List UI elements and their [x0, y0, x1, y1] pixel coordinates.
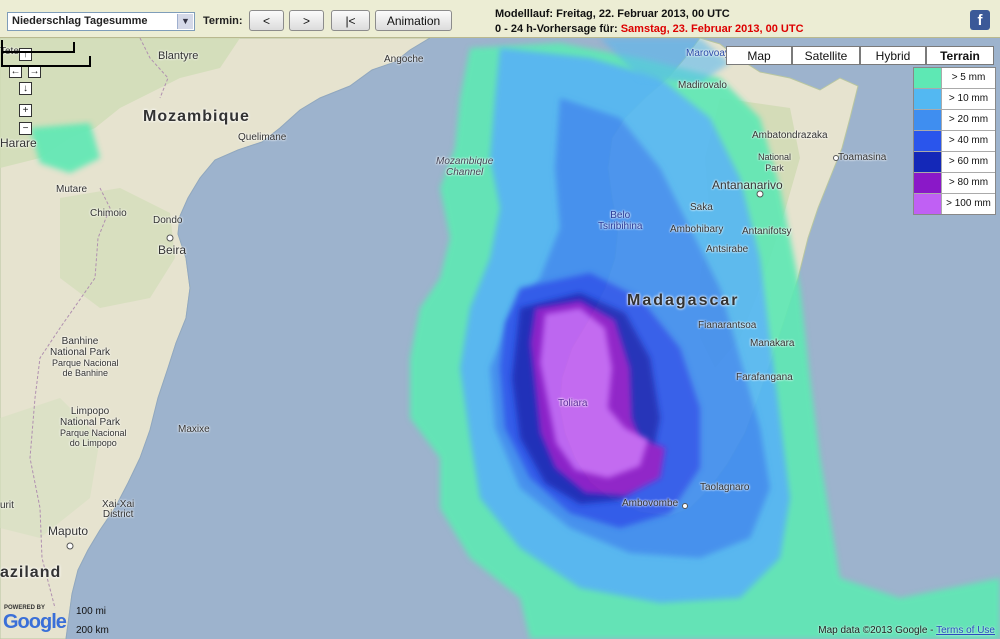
parameter-select-value: Niederschlag Tagesumme	[12, 15, 148, 27]
map-type-hybrid[interactable]: Hybrid	[860, 46, 926, 65]
place-blantyre: Blantyre	[158, 50, 199, 62]
place-ambohibary: Ambohibary	[670, 224, 724, 235]
place-saka: Saka	[690, 202, 713, 213]
legend-swatch	[914, 194, 942, 214]
place-quelimane: Quelimane	[238, 132, 287, 143]
legend-swatch	[914, 110, 942, 130]
facebook-icon[interactable]: f	[970, 10, 990, 30]
legend-row: > 100 mm	[914, 194, 995, 214]
legend-label: > 80 mm	[948, 177, 989, 188]
scale-miles: 100 mi	[76, 606, 107, 617]
chevron-down-icon[interactable]: ▼	[177, 14, 193, 29]
legend-label: > 60 mm	[948, 156, 989, 167]
legend-swatch	[914, 173, 942, 193]
place-maputo: Maputo	[48, 524, 89, 538]
terms-link[interactable]: Terms of Use	[936, 625, 995, 636]
first-button[interactable]: |<	[331, 10, 370, 31]
forecast-date: Samstag, 23. Februar 2013, 00 UTC	[620, 23, 804, 35]
place-madirovalo: Madirovalo	[678, 80, 727, 91]
place-farafangana: Farafangana	[736, 372, 793, 383]
legend-swatch	[914, 152, 942, 172]
place-urit: urit	[0, 500, 14, 511]
map-type-switch: Map Satellite Hybrid Terrain	[726, 46, 994, 65]
place-ambatondrazaka: Ambatondrazaka	[752, 130, 828, 141]
legend-swatch	[914, 89, 942, 109]
place-national-park: National Park	[758, 152, 792, 173]
country-madagascar: Madagascar	[627, 292, 740, 309]
map-type-terrain[interactable]: Terrain	[926, 46, 994, 65]
country-swaziland: aziland	[0, 564, 62, 581]
place-maxixe: Maxixe	[178, 424, 210, 435]
map-type-satellite[interactable]: Satellite	[792, 46, 860, 65]
forecast-prefix: 0 - 24 h-Vorhersage für:	[495, 23, 621, 35]
google-logo[interactable]: Google	[3, 611, 67, 634]
place-banhine-pt: Parque Nacional de Banhine	[52, 358, 119, 378]
scale-km: 200 km	[76, 625, 109, 636]
place-belo: Belo Tsiribihina	[598, 210, 643, 232]
legend-label: > 10 mm	[948, 93, 989, 104]
legend-row: > 5 mm	[914, 68, 995, 89]
place-angoche: Angoche	[384, 54, 424, 65]
place-marovoay: Marovoay	[686, 48, 730, 59]
legend-swatch	[914, 131, 942, 151]
toolbar: Niederschlag Tagesumme ▼ Termin: < > |< …	[0, 0, 1000, 38]
place-toamasina: Toamasina	[838, 152, 887, 163]
prev-button[interactable]: <	[249, 10, 284, 31]
place-limpopo-pt: Parque Nacional do Limpopo	[60, 428, 127, 448]
place-antsirabe: Antsirabe	[706, 244, 749, 255]
map-type-map[interactable]: Map	[726, 46, 792, 65]
country-mozambique: Mozambique	[143, 108, 250, 125]
legend-row: > 60 mm	[914, 152, 995, 173]
pan-down-button[interactable]: ↓	[19, 82, 32, 95]
legend-row: > 10 mm	[914, 89, 995, 110]
scale-bar	[1, 40, 91, 67]
model-run-text: Modelllauf: Freitag, 22. Februar 2013, 0…	[495, 8, 730, 20]
place-beira: Beira	[158, 243, 187, 257]
place-toliara: Toliara	[558, 398, 588, 409]
legend-label: > 40 mm	[948, 135, 989, 146]
next-button[interactable]: >	[289, 10, 324, 31]
forecast-text: 0 - 24 h-Vorhersage für: Samstag, 23. Fe…	[495, 23, 804, 35]
place-mutare: Mutare	[56, 184, 88, 195]
map-terrain	[0, 38, 1000, 639]
legend-row: > 20 mm	[914, 110, 995, 131]
legend-row: > 40 mm	[914, 131, 995, 152]
place-ambovombe: Ambovombe	[622, 498, 679, 509]
map-canvas[interactable]: Tete Blantyre Angoche Harare Quelimane M…	[0, 38, 1000, 639]
legend-label: > 5 mm	[951, 72, 986, 83]
place-harare: Harare	[0, 136, 37, 150]
precip-legend: > 5 mm > 10 mm > 20 mm > 40 mm > 60 mm >…	[913, 67, 996, 215]
legend-swatch	[914, 68, 942, 88]
parameter-select[interactable]: Niederschlag Tagesumme ▼	[7, 12, 195, 31]
legend-label: > 100 mm	[946, 198, 991, 209]
zoom-out-button[interactable]: −	[19, 122, 32, 135]
place-xai-xai: Xai-Xai District	[102, 499, 135, 520]
zoom-in-button[interactable]: +	[19, 104, 32, 117]
place-antananarivo: Antananarivo	[712, 178, 783, 192]
place-antanifotsy: Antanifotsy	[742, 226, 792, 237]
map-attribution: Map data ©2013 Google - Terms of Use	[818, 625, 995, 636]
place-banhine: Banhine National Park	[50, 336, 111, 358]
place-fianarantsoa: Fianarantsoa	[698, 320, 757, 331]
attribution-text: Map data ©2013 Google -	[818, 625, 937, 636]
termin-label: Termin:	[203, 15, 243, 27]
animation-button[interactable]: Animation	[375, 10, 452, 31]
place-chimoio: Chimoio	[90, 208, 127, 219]
legend-row: > 80 mm	[914, 173, 995, 194]
place-manakara: Manakara	[750, 338, 795, 349]
place-limpopo: Limpopo National Park	[60, 406, 121, 428]
place-mozambique-channel: Mozambique Channel	[436, 156, 494, 178]
place-dondo: Dondo	[153, 215, 183, 226]
place-taolagnaro: Taolagnaro	[700, 482, 750, 493]
legend-label: > 20 mm	[948, 114, 989, 125]
